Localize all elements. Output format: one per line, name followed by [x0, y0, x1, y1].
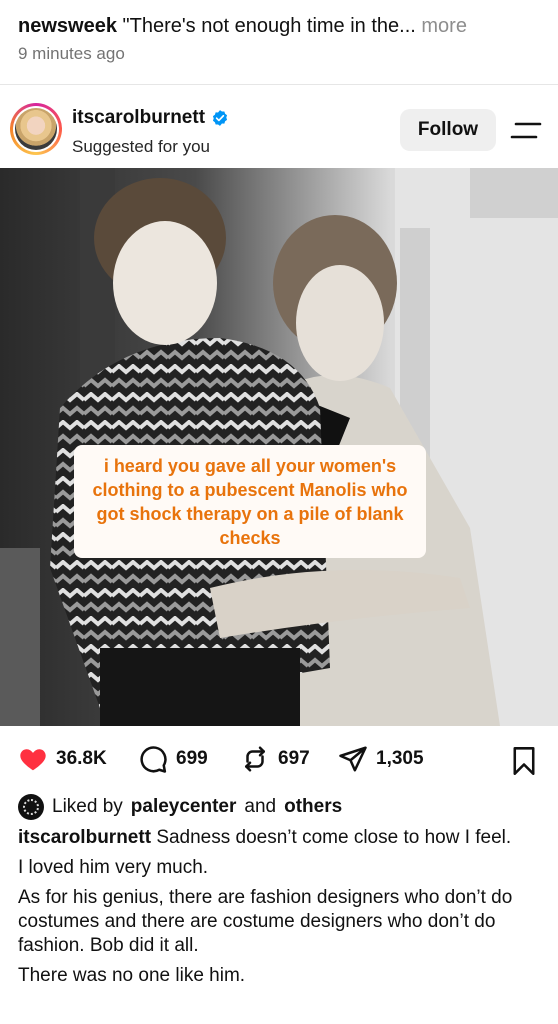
- liked-by-others[interactable]: others: [284, 796, 342, 818]
- story-ring[interactable]: [10, 103, 62, 155]
- caption-line: As for his genius, there are fashion des…: [18, 887, 513, 956]
- previous-caption-line: newsweek "There's not enough time in the…: [18, 12, 540, 40]
- liked-by-row: Liked by paleycenter and others: [18, 794, 342, 820]
- share-icon[interactable]: [338, 744, 368, 774]
- liked-by-user[interactable]: paleycenter: [131, 796, 237, 818]
- previous-timestamp: 9 minutes ago: [18, 44, 125, 63]
- previous-username[interactable]: newsweek: [18, 15, 117, 37]
- likes-count[interactable]: 36.8K: [56, 748, 107, 770]
- post-caption: itscarolburnett Sadness doesn’t come clo…: [18, 826, 546, 994]
- previous-caption-text: "There's not enough time in the...: [122, 15, 416, 37]
- share-action[interactable]: 1,305: [338, 744, 424, 774]
- shares-count[interactable]: 1,305: [376, 748, 424, 770]
- menu-icon[interactable]: [510, 120, 542, 142]
- like-action[interactable]: 36.8K: [18, 744, 107, 774]
- more-link[interactable]: more: [421, 15, 467, 37]
- liker-avatar[interactable]: [18, 794, 44, 820]
- caption-author[interactable]: itscarolburnett: [18, 827, 151, 848]
- post-username[interactable]: itscarolburnett: [72, 107, 205, 129]
- username-row: itscarolburnett: [72, 107, 229, 129]
- photo-caption-overlay: i heard you gave all your women's clothi…: [74, 445, 426, 558]
- caption-text: Sadness doesn’t come close to how I feel…: [156, 827, 512, 848]
- bookmark-icon[interactable]: [510, 746, 538, 776]
- liked-by-conjunction: and: [244, 796, 277, 817]
- reposts-count[interactable]: 697: [278, 748, 310, 770]
- previous-post-caption: newsweek "There's not enough time in the…: [0, 0, 558, 84]
- caption-line: I loved him very much.: [18, 857, 209, 878]
- heart-icon[interactable]: [18, 744, 48, 774]
- verified-badge-icon: [212, 110, 228, 126]
- comments-count[interactable]: 699: [176, 748, 208, 770]
- comment-icon[interactable]: [138, 744, 168, 774]
- caption-line: There was no one like him.: [18, 965, 246, 986]
- follow-button[interactable]: Follow: [400, 109, 496, 151]
- photo-caption-text: i heard you gave all your women's clothi…: [92, 455, 408, 548]
- post-header: itscarolburnett Suggested for you Follow: [0, 95, 558, 167]
- comment-action[interactable]: 699: [138, 744, 208, 774]
- liked-by-prefix: Liked by: [52, 796, 123, 817]
- avatar: [15, 108, 57, 150]
- repost-action[interactable]: 697: [240, 744, 310, 774]
- post-divider: [0, 84, 558, 85]
- caption-line: itscarolburnett Sadness doesn’t come clo…: [18, 826, 546, 850]
- suggested-label: Suggested for you: [72, 137, 210, 156]
- repost-icon[interactable]: [240, 744, 270, 774]
- action-bar: 36.8K 699 697 1,305: [0, 738, 558, 782]
- post-photo[interactable]: i heard you gave all your women's clothi…: [0, 168, 558, 726]
